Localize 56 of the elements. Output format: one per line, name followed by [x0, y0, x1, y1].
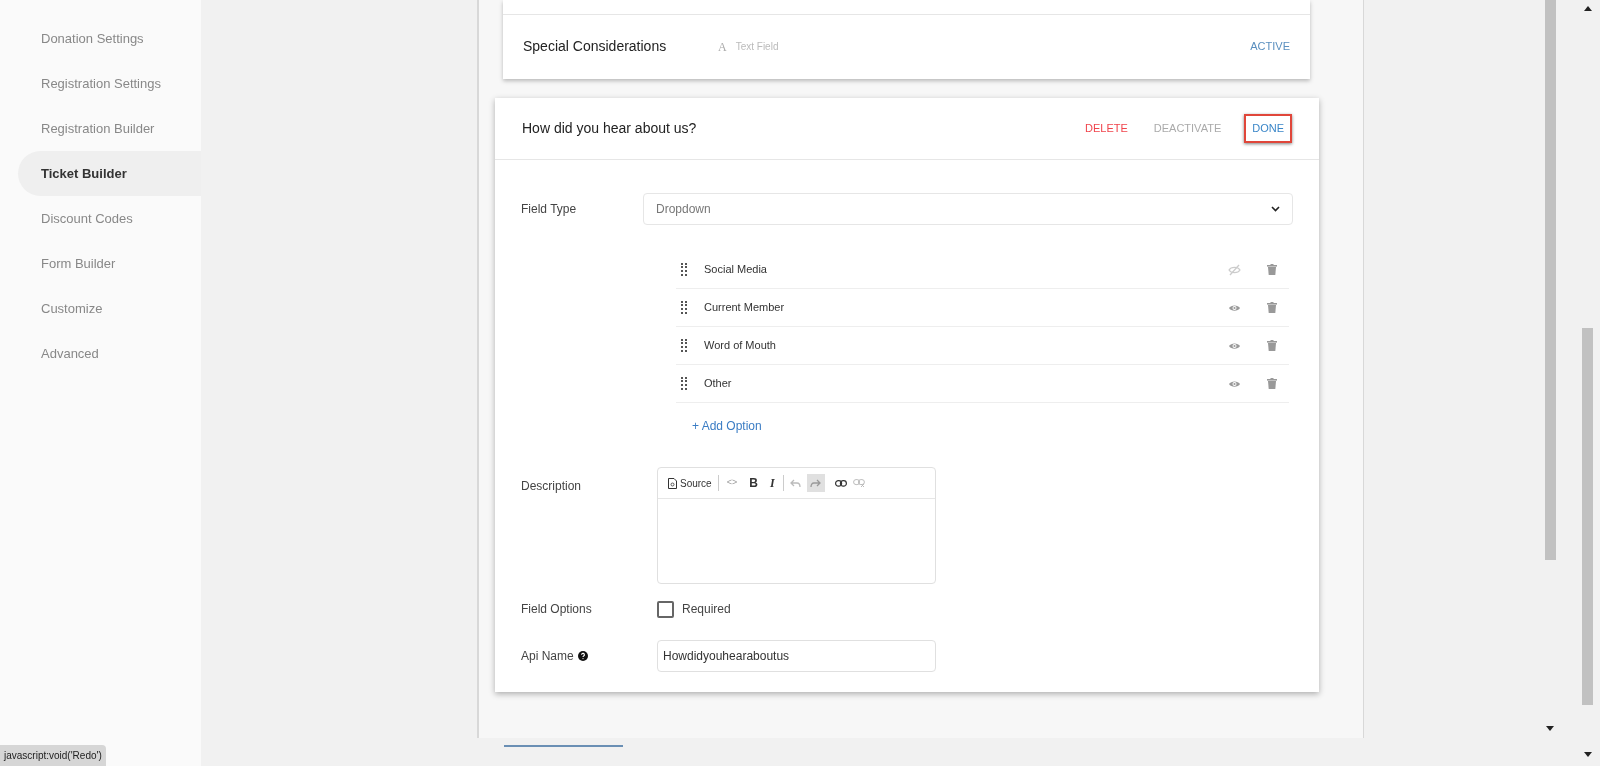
field-label: Field Options	[521, 601, 593, 618]
option-label: Social Media	[704, 262, 768, 278]
status-label: ACTIVE	[1250, 39, 1290, 55]
scrollbar-thumb[interactable]	[1582, 328, 1593, 705]
scroll-down-icon[interactable]	[1584, 752, 1592, 757]
field-title: How did you hear about us?	[522, 119, 698, 138]
add-option-link[interactable]: + Add Option	[692, 419, 762, 433]
redo-button[interactable]	[806, 474, 825, 492]
source-button[interactable]: Source	[668, 475, 712, 491]
drag-handle-icon[interactable]	[681, 338, 687, 353]
api-name-field[interactable]: Howdidyouhearaboutus	[657, 640, 936, 672]
sidebar-item[interactable]: Form Builder	[18, 241, 201, 286]
link-icon[interactable]	[834, 479, 847, 487]
field-label: Description	[521, 478, 583, 495]
sidebar-item[interactable]: Advanced	[18, 331, 201, 376]
sidebar-item[interactable]: Discount Codes	[18, 196, 201, 241]
trash-icon[interactable]	[1267, 302, 1277, 313]
eye-slash-icon[interactable]	[1228, 263, 1241, 276]
required-checkbox[interactable]	[657, 600, 674, 618]
option-label: Word of Mouth	[704, 338, 777, 354]
code-button[interactable]: <>	[724, 476, 740, 490]
italic-button[interactable]: I	[767, 474, 777, 492]
help-icon[interactable]	[577, 651, 588, 661]
drag-handle-icon[interactable]	[681, 376, 687, 391]
action-button[interactable]: DONE	[1244, 114, 1292, 143]
document-icon[interactable]	[668, 477, 677, 489]
drag-handle-icon[interactable]	[681, 300, 687, 315]
option-label: Current Member	[704, 300, 786, 316]
bold-button[interactable]: B	[745, 474, 762, 492]
text-field-icon: A	[718, 37, 727, 56]
field-label: Api Name	[521, 648, 574, 665]
sidebar-item[interactable]: Donation Settings	[18, 16, 201, 61]
field-name: Special Considerations	[523, 37, 668, 56]
sidebar-item[interactable]: Customize	[18, 286, 201, 331]
trash-icon[interactable]	[1267, 264, 1277, 275]
field-label: Field Type	[521, 201, 578, 218]
field-type-select[interactable]: Dropdown	[643, 193, 1293, 225]
redo-icon[interactable]	[810, 478, 822, 488]
field-type: Text Field	[735, 40, 780, 54]
status-bar: javascript:void('Redo')	[0, 745, 106, 766]
option-label: Other	[704, 376, 733, 392]
trash-icon[interactable]	[1267, 340, 1277, 351]
undo-icon[interactable]	[789, 478, 801, 488]
sidebar-item[interactable]: Registration Builder	[18, 106, 201, 151]
scrollbar-thumb[interactable]	[1545, 0, 1556, 560]
scroll-up-icon[interactable]	[1584, 6, 1592, 11]
checkbox-label: Required	[682, 601, 731, 618]
drag-handle-icon[interactable]	[681, 262, 687, 277]
sidebar-item[interactable]: Ticket Builder	[18, 151, 201, 196]
sidebar-item[interactable]: Registration Settings	[18, 61, 201, 106]
unlink-icon[interactable]	[852, 478, 865, 488]
scroll-down-icon[interactable]	[1546, 726, 1554, 731]
trash-icon[interactable]	[1267, 378, 1277, 389]
action-button[interactable]: DEACTIVATE	[1150, 116, 1225, 141]
chevron-down-icon	[1271, 206, 1280, 212]
action-button[interactable]: DELETE	[1082, 116, 1131, 141]
